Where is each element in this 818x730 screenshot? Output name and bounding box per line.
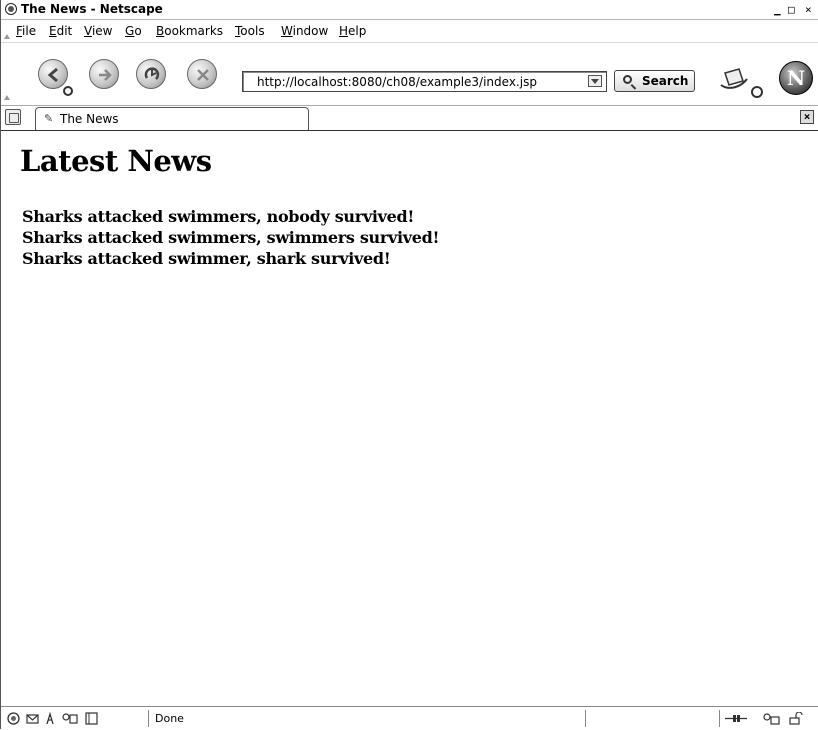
- url-input[interactable]: [245, 73, 587, 90]
- tab-the-news[interactable]: ✎ The News: [35, 107, 309, 130]
- menu-tools[interactable]: Tools: [235, 24, 265, 38]
- reload-icon: [144, 67, 160, 80]
- menubar-grip-icon[interactable]: [4, 34, 10, 39]
- page-heading: Latest News: [20, 144, 212, 178]
- menu-go[interactable]: Go: [125, 24, 142, 38]
- my-netscape-hat-icon[interactable]: [719, 65, 767, 101]
- menu-window[interactable]: Window: [281, 24, 328, 38]
- composer-icon[interactable]: [44, 712, 57, 725]
- url-dropdown-icon[interactable]: [588, 75, 602, 87]
- title-bar: The News - Netscape _ □ ×: [1, 0, 818, 20]
- lock-icon[interactable]: [788, 712, 804, 725]
- menu-bookmarks[interactable]: Bookmarks: [156, 24, 223, 38]
- maximize-button[interactable]: □: [788, 3, 795, 16]
- security-icon[interactable]: [762, 712, 780, 725]
- back-history-dropdown-icon[interactable]: [63, 86, 73, 96]
- menu-file[interactable]: File: [16, 24, 36, 38]
- new-tab-icon[interactable]: [5, 109, 21, 125]
- browser-window: The News - Netscape _ □ × File Edit View…: [0, 0, 818, 730]
- window-title: The News - Netscape: [21, 2, 163, 16]
- close-tab-icon[interactable]: ×: [800, 110, 814, 124]
- search-button-label: Search: [642, 74, 689, 88]
- menu-view[interactable]: View: [84, 24, 112, 38]
- back-button[interactable]: [38, 59, 68, 89]
- status-divider: [585, 710, 586, 727]
- toolbar-grip-icon[interactable]: [4, 95, 10, 100]
- navigation-toolbar: Search N: [1, 42, 818, 106]
- tab-bar: ✎ The News ×: [1, 105, 818, 132]
- status-divider: [148, 710, 149, 727]
- navigator-icon[interactable]: [7, 712, 20, 725]
- forward-button[interactable]: [89, 59, 119, 89]
- netscape-logo[interactable]: N: [779, 61, 813, 95]
- headline-item: Sharks attacked swimmer, shark survived!: [22, 249, 391, 268]
- mail-icon[interactable]: [26, 712, 39, 725]
- online-icon[interactable]: [724, 712, 748, 725]
- url-bar[interactable]: [242, 71, 607, 92]
- menu-bar: File Edit View Go Bookmarks Tools Window…: [1, 20, 818, 42]
- status-text: Done: [155, 712, 184, 725]
- address-book-icon[interactable]: [62, 712, 78, 725]
- close-button[interactable]: ×: [805, 3, 812, 16]
- status-divider: [719, 710, 720, 727]
- tab-label: The News: [60, 112, 119, 126]
- status-bar: Done: [1, 706, 818, 730]
- stop-icon: [197, 69, 209, 81]
- headline-item: Sharks attacked swimmers, nobody survive…: [22, 207, 415, 226]
- back-icon: [47, 67, 58, 83]
- search-button[interactable]: Search: [614, 70, 695, 92]
- chat-icon[interactable]: [85, 712, 98, 725]
- page-icon: ✎: [44, 112, 54, 125]
- stop-button[interactable]: [187, 59, 217, 89]
- headline-item: Sharks attacked swimmers, swimmers survi…: [22, 228, 440, 247]
- menu-help[interactable]: Help: [339, 24, 366, 38]
- search-icon: [623, 75, 632, 84]
- headline-list: Sharks attacked swimmers, nobody survive…: [22, 206, 440, 269]
- minimize-button[interactable]: _: [774, 3, 781, 16]
- netscape-icon: [5, 3, 17, 15]
- page-content: Latest News Sharks attacked swimmers, no…: [1, 131, 818, 706]
- reload-button[interactable]: [136, 59, 166, 89]
- menu-edit[interactable]: Edit: [49, 24, 72, 38]
- forward-icon: [99, 69, 112, 81]
